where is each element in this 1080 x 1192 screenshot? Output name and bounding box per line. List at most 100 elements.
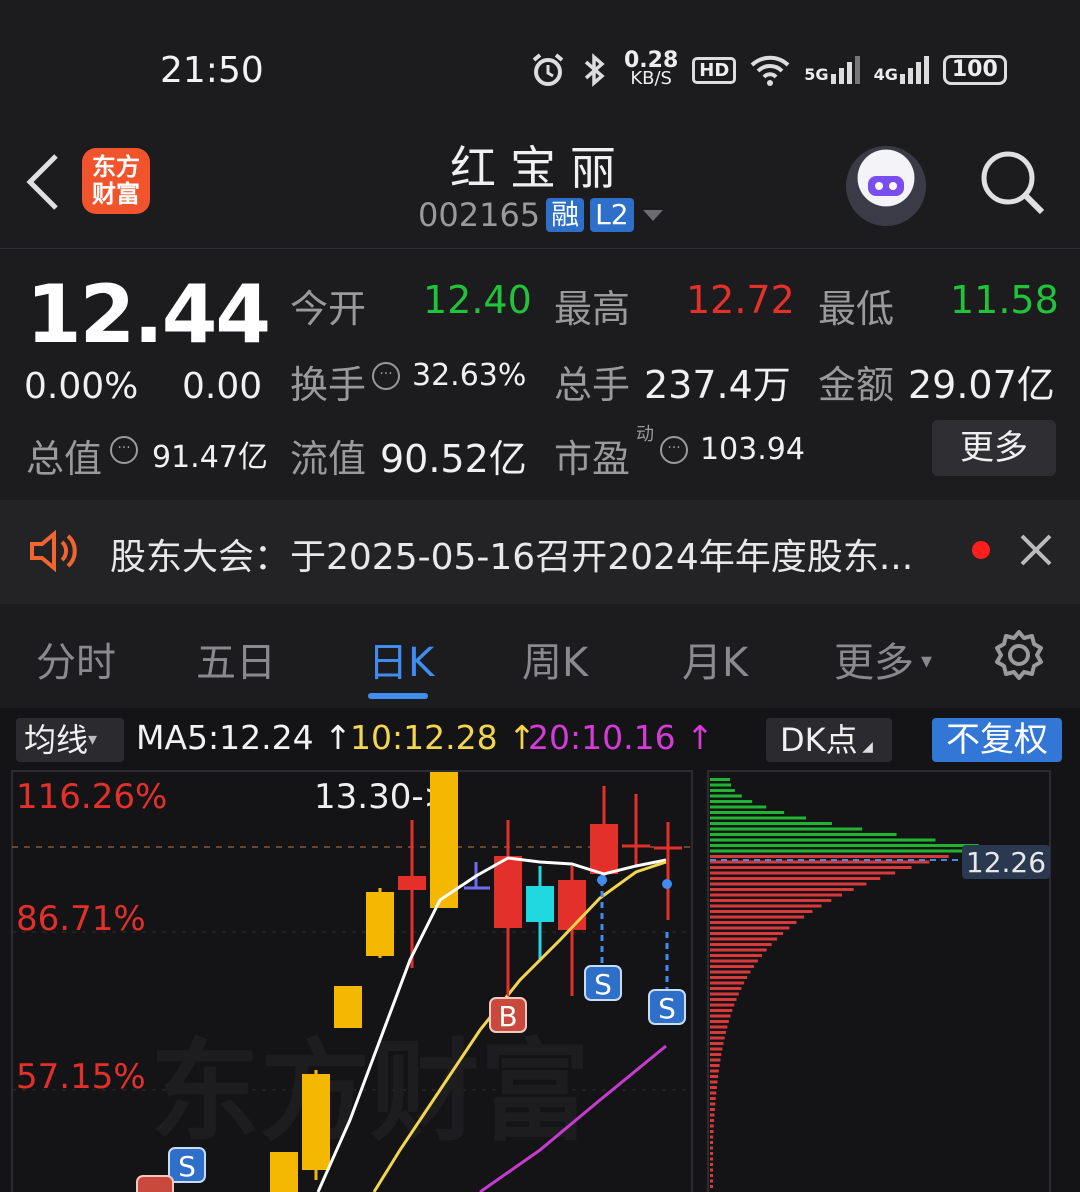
notice-text[interactable]: 股东大会：于2025-05-16召开2024年年度股东... (110, 528, 913, 580)
svg-text:S: S (594, 968, 612, 1001)
info-icon[interactable]: ··· (372, 362, 400, 390)
chip-bar (710, 1020, 729, 1023)
chip-bar (710, 1080, 718, 1084)
wifi-icon (750, 55, 790, 86)
tab-daily-k[interactable]: 日K (368, 630, 434, 688)
float-mv-label: 流值 (290, 437, 367, 481)
chip-bar (710, 805, 767, 809)
ma-selector-button[interactable]: 均线▾ (16, 718, 124, 762)
chip-bar (710, 1179, 713, 1183)
tab-monthly-k[interactable]: 月K (682, 630, 748, 688)
float-mv-value: 90.52亿 (380, 437, 527, 481)
chip-bar (710, 1163, 713, 1166)
high-value: 12.72 (686, 278, 795, 322)
chip-bar (710, 1174, 713, 1177)
kline-chart[interactable]: 东方财富 116.26% 86.71% 57.15% 13.30-> B S S… (0, 764, 1080, 1192)
chip-bar (710, 1102, 716, 1106)
chip-bar (710, 888, 854, 891)
chip-bar (710, 833, 897, 836)
info-icon[interactable]: ··· (660, 436, 688, 464)
chip-bar (710, 921, 797, 924)
stock-code: 002165 (418, 196, 541, 234)
candle (398, 820, 426, 968)
chip-bar (710, 882, 867, 886)
chip-bar (710, 1130, 714, 1133)
assistant-avatar[interactable] (846, 146, 926, 226)
low-value: 11.58 (950, 278, 1059, 322)
signal-4g-icon: 4G (874, 56, 929, 84)
chip-bar (710, 1091, 717, 1095)
chip-bar (710, 1097, 716, 1100)
chip-bar (710, 844, 979, 847)
chip-bar (710, 932, 784, 935)
chip-bar (710, 943, 772, 946)
chip-bar (710, 855, 949, 858)
current-price: 12.44 (26, 268, 271, 361)
chip-bar (710, 948, 767, 952)
buy-signal-badge (136, 1175, 174, 1192)
chip-bar (710, 992, 739, 996)
amount-value: 29.07亿 (908, 363, 1055, 407)
chip-bar (710, 981, 745, 985)
chip-bar (710, 783, 732, 787)
tab-more[interactable]: 更多 ▾ (834, 630, 932, 688)
chip-bar (710, 1047, 723, 1051)
chip-bar (710, 904, 822, 908)
tab-intraday[interactable]: 分时 (36, 630, 116, 688)
tab-weekly-k[interactable]: 周K (522, 630, 588, 688)
candle (526, 866, 554, 960)
chip-bar (710, 1042, 724, 1045)
pe-dynamic-mark: 动 (636, 424, 654, 445)
chip-bar (710, 998, 737, 1001)
turnover-label: 换手 (290, 363, 367, 407)
dk-point-button[interactable]: DK点 ◢ (766, 718, 892, 762)
chip-bar (710, 1185, 713, 1188)
chip-bar (710, 1146, 713, 1150)
close-icon[interactable] (1018, 532, 1054, 568)
search-icon[interactable] (978, 148, 1048, 218)
watermark: 东方财富 (150, 1028, 590, 1156)
hd-icon: HD (692, 56, 737, 84)
chip-bar (710, 937, 778, 941)
chip-bar (710, 959, 758, 963)
amount-label: 金额 (818, 363, 895, 407)
chip-bar (710, 816, 807, 820)
chip-bar (710, 1086, 717, 1089)
l2-tag: L2 (590, 198, 634, 232)
pct-label: 57.15% (16, 1057, 146, 1097)
tab-five-day[interactable]: 五日 (196, 630, 276, 688)
chip-bar (710, 1157, 713, 1161)
high-label: 最高 (554, 287, 631, 331)
chip-bar (710, 1135, 714, 1139)
margin-tag: 融 (546, 198, 585, 232)
ma5-legend: MA5:12.24 ↑ (136, 718, 352, 757)
dropdown-caret-icon[interactable] (640, 205, 666, 225)
chip-bar (710, 789, 735, 792)
buy-signal-badge: B (489, 997, 527, 1033)
chip-bar (710, 1119, 715, 1122)
turnover-value: 32.63% (412, 358, 527, 393)
chip-bar (710, 827, 863, 831)
svg-text:S: S (658, 992, 676, 1025)
candle (590, 786, 618, 884)
candle (302, 1070, 330, 1180)
chip-bar (710, 1036, 725, 1040)
sell-signal-badge: S (648, 989, 686, 1025)
chip-bar (710, 1069, 719, 1073)
volume-label: 总手 (554, 363, 631, 407)
more-quote-button[interactable]: 更多 (932, 420, 1056, 476)
chip-bar (710, 926, 790, 930)
chip-bar (710, 1168, 713, 1172)
settings-gear-icon[interactable] (992, 628, 1046, 682)
stock-code-row[interactable]: 002165 融 L2 (418, 196, 666, 234)
status-icons: 0.28 KB/S HD 5G 4G 100 (530, 48, 1007, 92)
info-icon[interactable]: ··· (110, 436, 138, 464)
alarm-icon (532, 53, 564, 86)
pe-label: 市盈 (554, 437, 631, 481)
no-adjust-button[interactable]: 不复权 (932, 718, 1062, 762)
chip-bar (710, 1003, 735, 1007)
chip-bar (710, 1025, 728, 1029)
chip-bar (710, 1064, 720, 1067)
chip-bar (710, 893, 843, 897)
chip-bar (710, 1058, 721, 1062)
